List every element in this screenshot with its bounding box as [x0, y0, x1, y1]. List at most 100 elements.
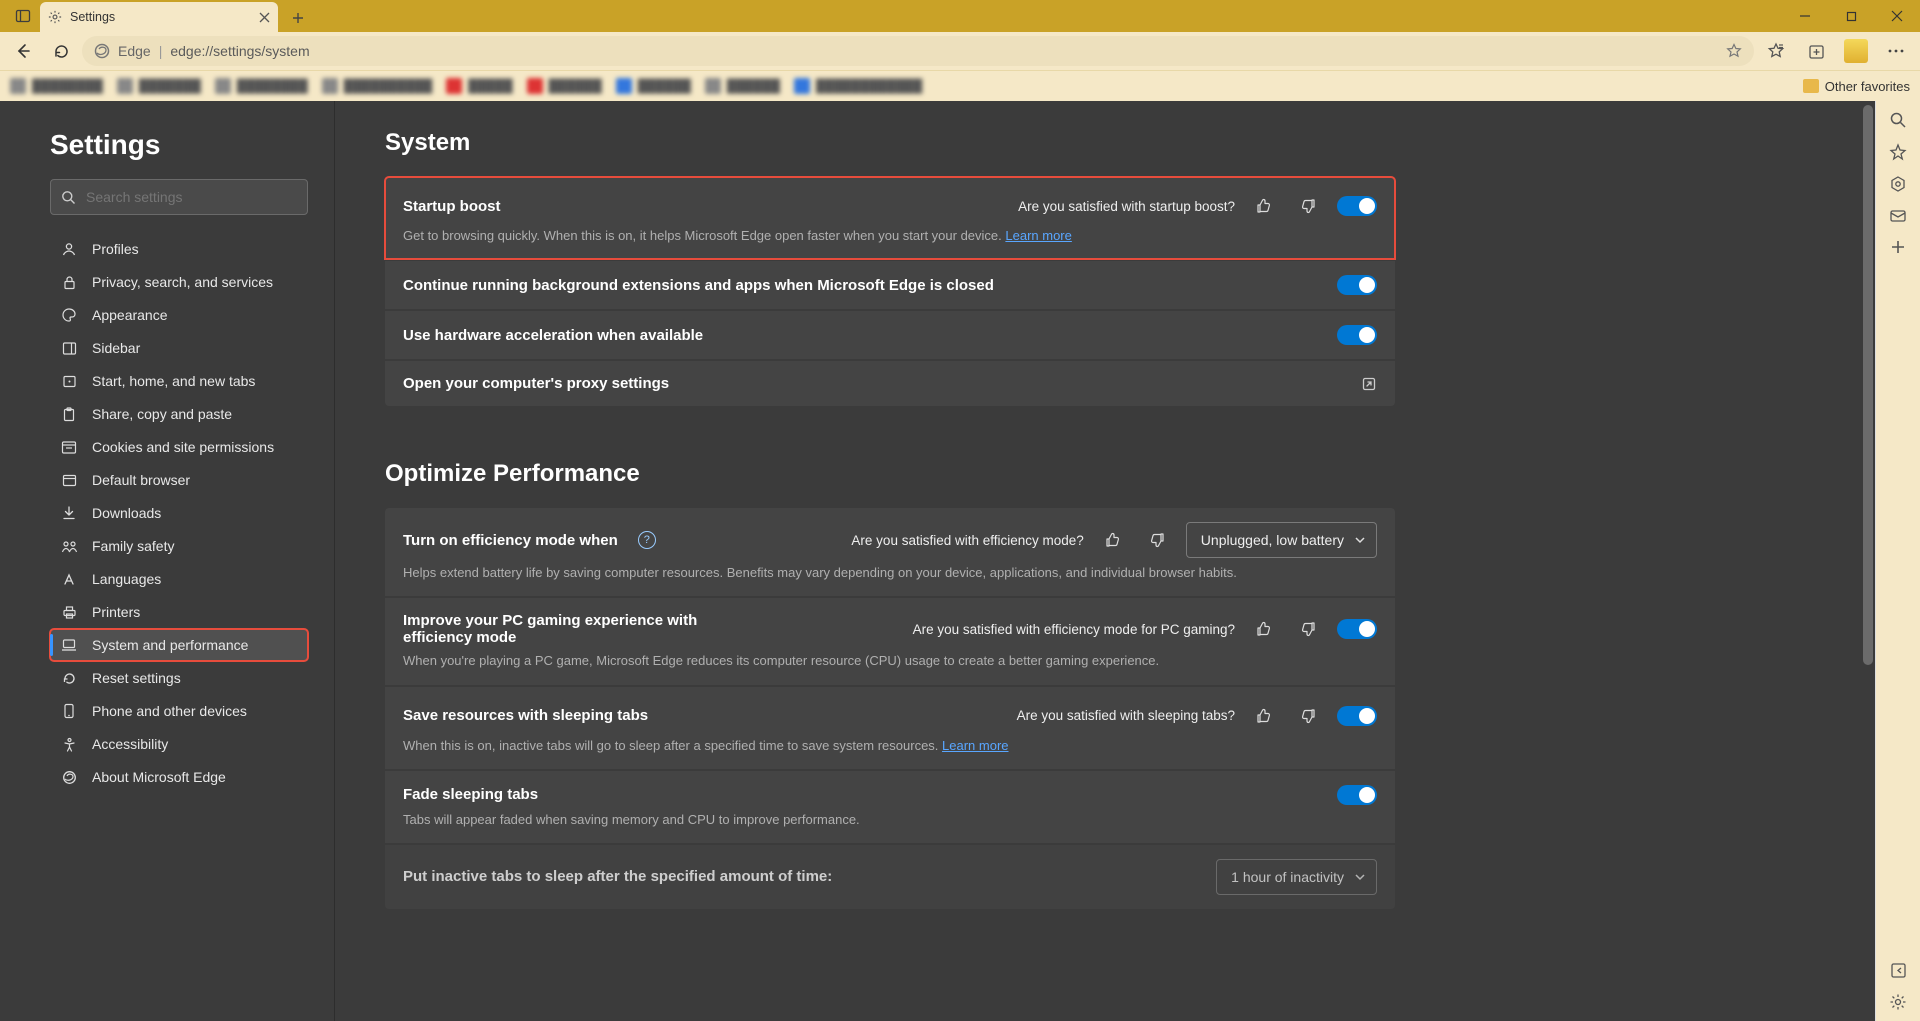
nav-about[interactable]: About Microsoft Edge: [50, 761, 308, 793]
gaming-efficiency-row: Improve your PC gaming experience with e…: [385, 598, 1395, 684]
nav-family[interactable]: Family safety: [50, 530, 308, 562]
proxy-settings-row[interactable]: Open your computer's proxy settings: [385, 361, 1395, 406]
back-button[interactable]: [6, 34, 40, 68]
nav-accessibility[interactable]: Accessibility: [50, 728, 308, 760]
phone-icon: [60, 703, 78, 719]
nav-cookies[interactable]: Cookies and site permissions: [50, 431, 308, 463]
thumbs-up-icon[interactable]: [1249, 614, 1279, 644]
address-bar[interactable]: Edge | edge://settings/system: [82, 36, 1754, 66]
nav-system-performance[interactable]: System and performance: [50, 629, 308, 661]
fade-sleeping-toggle[interactable]: [1337, 785, 1377, 805]
other-favorites-button[interactable]: Other favorites: [1803, 79, 1910, 94]
thumbs-down-icon[interactable]: [1293, 191, 1323, 221]
folder-icon: [1803, 79, 1819, 93]
bookmark-item[interactable]: ██████: [705, 78, 780, 94]
nav-downloads[interactable]: Downloads: [50, 497, 308, 529]
sleeping-tabs-row: Save resources with sleeping tabs Are yo…: [385, 687, 1395, 769]
thumbs-up-icon[interactable]: [1249, 191, 1279, 221]
nav-default-browser[interactable]: Default browser: [50, 464, 308, 496]
hardware-accel-toggle[interactable]: [1337, 325, 1377, 345]
clipboard-icon: [60, 407, 78, 422]
browser-tab[interactable]: Settings: [40, 2, 278, 32]
search-input[interactable]: [86, 189, 297, 205]
discover-icon[interactable]: [1889, 143, 1907, 161]
nav-profiles[interactable]: Profiles: [50, 233, 308, 265]
collections-button[interactable]: [1798, 33, 1834, 69]
chevron-down-icon: [1354, 871, 1366, 883]
settings-gear-icon[interactable]: [1889, 993, 1907, 1011]
tab-title: Settings: [70, 10, 115, 24]
download-icon: [60, 506, 78, 521]
sidebar-icon: [60, 341, 78, 356]
sleeping-learn-more-link[interactable]: Learn more: [942, 738, 1008, 753]
nav-languages[interactable]: Languages: [50, 563, 308, 595]
power-icon: [60, 374, 78, 389]
plus-icon[interactable]: [1890, 239, 1906, 255]
nav-sidebar[interactable]: Sidebar: [50, 332, 308, 364]
menu-button[interactable]: [1878, 33, 1914, 69]
efficiency-mode-dropdown[interactable]: Unplugged, low battery: [1186, 522, 1377, 558]
favorite-star-icon[interactable]: [1726, 43, 1742, 59]
favorites-button[interactable]: [1758, 33, 1794, 69]
nav-appearance[interactable]: Appearance: [50, 299, 308, 331]
close-icon[interactable]: [259, 12, 270, 23]
startup-boost-desc: Get to browsing quickly. When this is on…: [403, 227, 1377, 245]
thumbs-down-icon[interactable]: [1142, 525, 1172, 555]
bookmark-item[interactable]: ██████: [616, 78, 691, 94]
thumbs-down-icon[interactable]: [1293, 701, 1323, 731]
chevron-down-icon: [1354, 534, 1366, 546]
nav-start[interactable]: Start, home, and new tabs: [50, 365, 308, 397]
nav-printers[interactable]: Printers: [50, 596, 308, 628]
new-tab-button[interactable]: [284, 4, 312, 32]
inactive-sleep-dropdown[interactable]: 1 hour of inactivity: [1216, 859, 1377, 895]
bookmark-item[interactable]: ██████: [527, 78, 602, 94]
tools-icon[interactable]: [1889, 175, 1907, 193]
nav-share[interactable]: Share, copy and paste: [50, 398, 308, 430]
search-icon[interactable]: [1889, 111, 1907, 129]
thumbs-up-icon[interactable]: [1098, 525, 1128, 555]
bookmark-item[interactable]: ████████████: [794, 78, 922, 94]
search-settings[interactable]: [50, 179, 308, 215]
cookie-icon: [60, 440, 78, 455]
startup-boost-label: Startup boost: [403, 198, 501, 215]
scrollbar[interactable]: [1861, 101, 1875, 1021]
sleeping-tabs-toggle[interactable]: [1337, 706, 1377, 726]
background-extensions-toggle[interactable]: [1337, 275, 1377, 295]
maximize-button[interactable]: [1828, 0, 1874, 32]
accessibility-icon: [60, 737, 78, 752]
laptop-icon: [60, 638, 78, 652]
fade-sleeping-row: Fade sleeping tabs Tabs will appear fade…: [385, 771, 1395, 843]
outlook-icon[interactable]: [1889, 207, 1907, 225]
bookmark-item[interactable]: ████████: [215, 78, 308, 94]
bookmark-item[interactable]: ███████: [117, 78, 201, 94]
window-controls: [1782, 0, 1920, 32]
close-window-button[interactable]: [1874, 0, 1920, 32]
window-titlebar: Settings: [0, 0, 1920, 32]
collapse-sidebar-icon[interactable]: [1890, 962, 1907, 979]
language-icon: [60, 572, 78, 587]
bookmark-item[interactable]: ████████: [10, 78, 103, 94]
nav-phone[interactable]: Phone and other devices: [50, 695, 308, 727]
bookmarks-bar: ████████ ███████ ████████ ██████████ ███…: [0, 70, 1920, 101]
gaming-efficiency-toggle[interactable]: [1337, 619, 1377, 639]
address-app-label: Edge: [118, 43, 151, 59]
bookmark-item[interactable]: ██████████: [322, 78, 433, 94]
edge-icon: [94, 43, 110, 59]
nav-reset[interactable]: Reset settings: [50, 662, 308, 694]
startup-boost-toggle[interactable]: [1337, 196, 1377, 216]
minimize-button[interactable]: [1782, 0, 1828, 32]
profile-button[interactable]: [1838, 33, 1874, 69]
browser-icon: [60, 473, 78, 488]
settings-sidebar: Settings Profiles Privacy, search, and s…: [0, 101, 335, 1021]
help-icon[interactable]: ?: [638, 531, 656, 549]
thumbs-up-icon[interactable]: [1249, 701, 1279, 731]
nav-privacy[interactable]: Privacy, search, and services: [50, 266, 308, 298]
startup-learn-more-link[interactable]: Learn more: [1005, 228, 1071, 243]
tab-actions-button[interactable]: [6, 0, 40, 32]
thumbs-down-icon[interactable]: [1293, 614, 1323, 644]
tab-strip: Settings: [0, 0, 312, 32]
family-icon: [60, 539, 78, 554]
address-url: edge://settings/system: [170, 43, 309, 59]
refresh-button[interactable]: [44, 34, 78, 68]
bookmark-item[interactable]: █████: [446, 78, 512, 94]
